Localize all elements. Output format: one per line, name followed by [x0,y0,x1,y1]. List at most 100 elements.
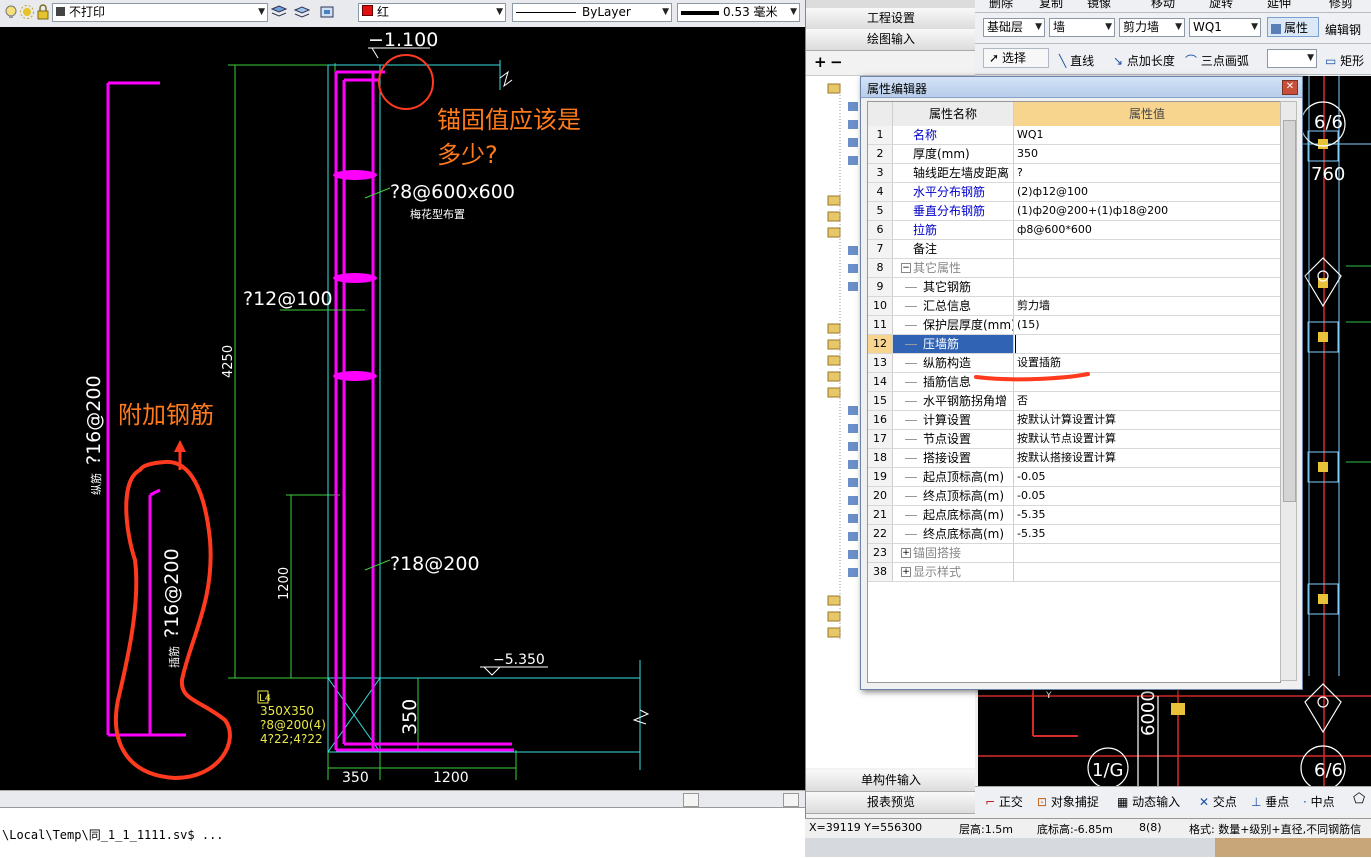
intersection-button[interactable]: ✕ 交点 [1199,793,1237,810]
property-row[interactable]: 12 压墙筋 [868,335,1280,354]
property-value[interactable]: 剪力墙 [1014,297,1280,315]
linetype-dropdown[interactable]: ByLayer ▼ [512,3,672,22]
property-value[interactable]: -5.35 [1014,506,1280,524]
properties-button[interactable]: 属性 [1267,17,1319,37]
property-value[interactable]: (2)ф12@100 [1014,183,1280,201]
drawing-input-button[interactable]: 绘图输入 [806,29,976,51]
property-row[interactable]: 11 保护层厚度(mm) (15) [868,316,1280,335]
property-row[interactable]: 13 纵筋构造 设置插筋 [868,354,1280,373]
copy-button[interactable]: 复制 [1039,0,1063,11]
report-preview-button[interactable]: 报表预览 [806,792,976,814]
draw-option-dropdown[interactable]: ▼ [1267,49,1317,68]
command-line[interactable]: \Local\Temp\同_1_1_1111.sv$ ... [0,807,805,858]
property-value[interactable]: 否 [1014,392,1280,410]
type-dropdown[interactable]: 剪力墙 ▼ [1119,18,1185,37]
property-row[interactable]: 17 节点设置 按默认节点设置计算 [868,430,1280,449]
scrollbar-thumb[interactable] [1283,120,1296,502]
color-dropdown[interactable]: 红 ▼ [358,3,506,22]
midpoint-button[interactable]: ⋅ 中点 [1303,793,1335,810]
more-snaps-icon[interactable]: ⬠ [1353,791,1365,807]
category-dropdown[interactable]: 墙 ▼ [1049,18,1115,37]
ortho-button[interactable]: ⌐ 正交 [985,793,1023,810]
property-value[interactable]: 按默认计算设置计算 [1014,411,1280,429]
scroll-left-button[interactable] [683,793,699,807]
object-snap-button[interactable]: ⊡ 对象捕捉 [1037,793,1099,810]
property-value[interactable]: 按默认搭接设置计算 [1014,449,1280,467]
property-row[interactable]: 5 垂直分布钢筋 (1)ф20@200+(1)ф18@200 [868,202,1280,221]
property-value[interactable] [1014,278,1280,296]
property-row[interactable]: 23 + 锚固搭接 [868,544,1280,563]
property-value[interactable] [1014,259,1280,277]
property-value[interactable]: (15) [1014,316,1280,334]
property-row[interactable]: 20 终点顶标高(m) -0.05 [868,487,1280,506]
property-value[interactable] [1014,544,1280,562]
expand-all-icon[interactable]: + [814,53,827,71]
point-length-button[interactable]: ↘ 点加长度 [1113,52,1175,69]
layer-dropdown[interactable]: 不打印 ▼ [52,3,268,22]
property-row[interactable]: 16 计算设置 按默认计算设置计算 [868,411,1280,430]
close-icon[interactable]: ✕ [1282,80,1298,95]
property-row[interactable]: 19 起点顶标高(m) -0.05 [868,468,1280,487]
property-value[interactable] [1014,563,1280,581]
layer-state-icon[interactable] [293,4,311,20]
property-row[interactable]: 6 拉筋 ф8@600*600 [868,221,1280,240]
property-row[interactable]: 3 轴线距左墙皮距离? [868,164,1280,183]
dialog-title-bar[interactable]: 属性编辑器 ✕ [861,77,1302,98]
move-button[interactable]: 移动 [1151,0,1175,11]
property-row[interactable]: 2 厚度(mm) 350 [868,145,1280,164]
property-value[interactable]: -0.05 [1014,487,1280,505]
collapse-all-icon[interactable]: − [830,53,843,71]
property-row[interactable]: 8− 其它属性 [868,259,1280,278]
property-value[interactable]: 按默认节点设置计算 [1014,430,1280,448]
layer-manager-icon[interactable] [270,4,288,20]
property-value[interactable]: 设置插筋 [1014,354,1280,372]
trim-button[interactable]: 修剪 [1329,0,1353,11]
extend-button[interactable]: 延伸 [1267,0,1291,11]
property-row[interactable]: 9 其它钢筋 [868,278,1280,297]
expand-icon[interactable]: + [901,567,911,577]
property-value[interactable]: WQ1 [1014,126,1280,144]
edit-rebar-button[interactable]: 编辑钢 [1325,21,1361,38]
property-value[interactable] [1014,373,1280,391]
lock-icon[interactable] [35,4,51,20]
floor-dropdown[interactable]: 基础层 ▼ [983,18,1045,37]
property-value[interactable]: (1)ф20@200+(1)ф18@200 [1014,202,1280,220]
single-component-input-button[interactable]: 单构件输入 [806,770,976,792]
component-name-dropdown[interactable]: WQ1 ▼ [1189,18,1261,37]
layer-previous-icon[interactable] [319,4,335,20]
collapse-icon[interactable]: − [901,263,911,273]
property-row[interactable]: 1 名称 WQ1 [868,126,1280,145]
line-button[interactable]: ╲ 直线 [1059,52,1094,69]
lineweight-dropdown[interactable]: 0.53 毫米 ▼ [677,3,800,22]
property-value[interactable] [1014,240,1280,258]
expand-icon[interactable]: + [901,548,911,558]
rectangle-button[interactable]: ▭ 矩形 [1325,52,1364,69]
property-value[interactable] [1015,335,1280,353]
property-row[interactable]: 38 + 显示样式 [868,563,1280,582]
property-value[interactable]: ф8@600*600 [1014,221,1280,239]
select-button[interactable]: ➚ 选择 [983,48,1049,68]
property-row[interactable]: 14 插筋信息 [868,373,1280,392]
property-grid-scrollbar[interactable] [1280,101,1297,681]
property-row[interactable]: 4 水平分布钢筋 (2)ф12@100 [868,183,1280,202]
rotate-button[interactable]: 旋转 [1209,0,1233,11]
sun-icon[interactable] [19,4,35,20]
mirror-button[interactable]: 镜像 [1087,0,1111,11]
property-value[interactable]: -0.05 [1014,468,1280,486]
property-row[interactable]: 7 备注 [868,240,1280,259]
cad-horizontal-scrollbar[interactable] [0,790,805,808]
property-row[interactable]: 22 终点底标高(m) -5.35 [868,525,1280,544]
property-row[interactable]: 21 起点底标高(m) -5.35 [868,506,1280,525]
perpendicular-button[interactable]: ⊥ 垂点 [1251,793,1289,810]
light-bulb-icon[interactable] [3,4,19,20]
scroll-right-button[interactable] [783,793,799,807]
property-value[interactable]: 350 [1014,145,1280,163]
three-point-arc-button[interactable]: ⌒ 三点画弧 [1185,52,1249,69]
property-row[interactable]: 10 汇总信息 剪力墙 [868,297,1280,316]
property-row[interactable]: 18 搭接设置 按默认搭接设置计算 [868,449,1280,468]
property-row[interactable]: 15 水平钢筋拐角增否 [868,392,1280,411]
cad-drawing-canvas[interactable]: −1.100 锚固值应该是 多少? ?8@600x600 梅花型布置 ?12@1… [0,27,805,790]
dynamic-input-button[interactable]: ▦ 动态输入 [1117,793,1180,810]
project-settings-button[interactable]: 工程设置 [806,8,976,30]
delete-button[interactable]: 删除 [989,0,1013,11]
